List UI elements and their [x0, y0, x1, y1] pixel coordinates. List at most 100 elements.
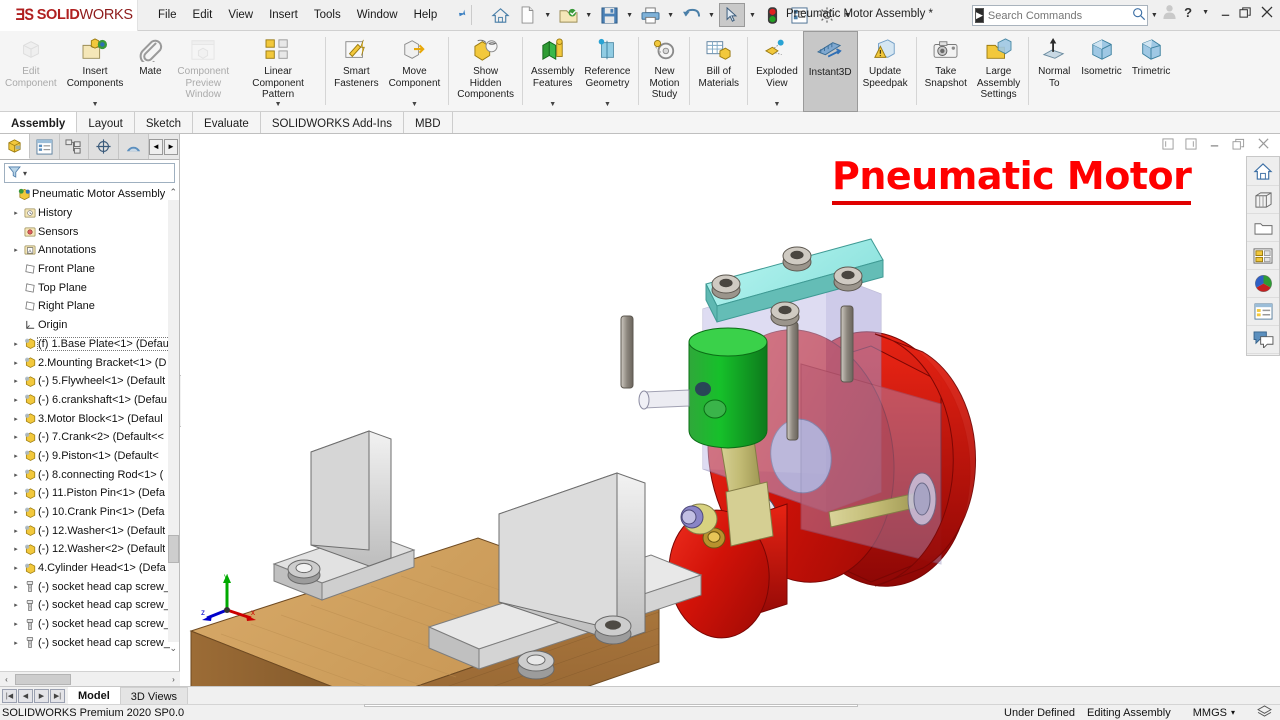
- print-caret-icon[interactable]: ▼: [664, 12, 677, 19]
- tree-expander[interactable]: ▸: [10, 583, 22, 591]
- tree-node[interactable]: ▸ History: [0, 204, 179, 223]
- view-setting-sphere-icon[interactable]: [1247, 270, 1279, 298]
- tree-node[interactable]: ▸ (-) socket head cap screw_: [0, 634, 179, 653]
- new-document-caret-icon[interactable]: ▼: [541, 12, 554, 19]
- new-document-icon[interactable]: [514, 3, 540, 27]
- tree-node[interactable]: ▸ (-) 9.Piston<1> (Default<: [0, 447, 179, 466]
- tree-node[interactable]: Right Plane: [0, 297, 179, 316]
- ribbon-take-snapshot-camera[interactable]: Take Snapshot: [920, 31, 972, 112]
- property-manager-tab[interactable]: [29, 134, 60, 159]
- menu-view[interactable]: View: [220, 5, 261, 25]
- ribbon-dropdown-caret-icon[interactable]: ▼: [92, 101, 99, 108]
- tree-scroll-right-icon[interactable]: ›: [167, 675, 180, 684]
- tab-sketch[interactable]: Sketch: [135, 112, 194, 133]
- search-commands-box[interactable]: ▶ ▼: [972, 5, 1158, 26]
- open-folder-icon[interactable]: [555, 3, 581, 27]
- tree-node[interactable]: ▸ (-) 7.Crank<2> (Default<<: [0, 428, 179, 447]
- tree-expander[interactable]: ▸: [10, 620, 22, 628]
- menu-tools[interactable]: Tools: [306, 5, 349, 25]
- apply-scene-icon[interactable]: [1247, 242, 1279, 270]
- tab-scroll-left-button[interactable]: ◄: [149, 138, 163, 155]
- display-style-icon[interactable]: [1247, 186, 1279, 214]
- view-home-icon[interactable]: [1247, 158, 1279, 186]
- tree-node[interactable]: Origin: [0, 316, 179, 335]
- menu-window[interactable]: Window: [349, 5, 406, 25]
- ribbon-trimetric-cube[interactable]: Trimetric: [1127, 31, 1176, 112]
- tab-solidworks-add-ins[interactable]: SOLIDWORKS Add-Ins: [261, 112, 404, 133]
- user-account-icon[interactable]: [1162, 4, 1177, 20]
- ribbon-show-hidden-components[interactable]: Show Hidden Components: [452, 31, 519, 112]
- graphics-viewport[interactable]: Pneumatic Motor y x z: [181, 134, 1280, 686]
- tree-node[interactable]: ▸ 3.Motor Block<1> (Defaul: [0, 409, 179, 428]
- tree-expander[interactable]: ▸: [10, 452, 22, 460]
- filter-caret-icon[interactable]: ▾: [23, 169, 27, 178]
- tab-model[interactable]: Model: [68, 687, 120, 704]
- ribbon-isometric-cube[interactable]: Isometric: [1076, 31, 1127, 112]
- search-input[interactable]: [987, 9, 1130, 22]
- pneumatic-motor-3d-model[interactable]: [181, 134, 1280, 686]
- minimize-icon[interactable]: [1219, 6, 1232, 19]
- tree-node[interactable]: ▸ (-) 12.Washer<1> (Default: [0, 521, 179, 540]
- ribbon-insert-components[interactable]: Insert Components ▼: [62, 31, 129, 112]
- ribbon-dropdown-caret-icon[interactable]: ▼: [275, 101, 282, 108]
- tree-expander[interactable]: ▸: [10, 489, 22, 497]
- configuration-manager-tab[interactable]: [59, 134, 90, 159]
- tree-expander[interactable]: ▸: [10, 246, 22, 254]
- menu-insert[interactable]: Insert: [261, 5, 306, 25]
- comments-icon[interactable]: [1247, 326, 1279, 354]
- menu-help[interactable]: Help: [406, 5, 446, 25]
- tree-expander[interactable]: ▸: [10, 359, 22, 367]
- tree-node[interactable]: Sensors: [0, 222, 179, 241]
- tree-scroll-left-icon[interactable]: ‹: [0, 675, 13, 684]
- tree-expander[interactable]: ▸: [10, 471, 22, 479]
- tree-expander[interactable]: ▸: [10, 639, 22, 647]
- ribbon-reference-geometry[interactable]: Reference Geometry ▼: [579, 31, 635, 112]
- tree-node[interactable]: Front Plane: [0, 260, 179, 279]
- save-caret-icon[interactable]: ▼: [623, 12, 636, 19]
- ribbon-bill-of-materials[interactable]: Bill of Materials: [693, 31, 744, 112]
- tree-scroll-up-icon[interactable]: ⌃: [169, 187, 177, 198]
- ribbon-instant3d[interactable]: Instant3D: [802, 31, 858, 112]
- rebuild-traffic-light-icon[interactable]: [760, 3, 786, 27]
- tree-vertical-scrollbar[interactable]: [168, 200, 179, 642]
- tree-expander[interactable]: ▸: [10, 209, 22, 217]
- ribbon-dropdown-caret-icon[interactable]: ▼: [411, 101, 418, 108]
- tree-node[interactable]: ▸ 2.Mounting Bracket<1> (D: [0, 353, 179, 372]
- nav-first-icon[interactable]: |◀: [2, 688, 17, 703]
- tree-node[interactable]: ▸ (-) 5.Flywheel<1> (Default: [0, 372, 179, 391]
- menu-file[interactable]: File: [150, 5, 185, 25]
- question-mark-icon[interactable]: ?: [1184, 5, 1192, 20]
- ribbon-dropdown-caret-icon[interactable]: ▼: [773, 101, 780, 108]
- tree-expander[interactable]: ▸: [10, 340, 22, 348]
- tree-node[interactable]: ▸ (-) socket head cap screw_: [0, 577, 179, 596]
- ribbon-mate-paperclip[interactable]: Mate: [128, 31, 172, 112]
- tab-assembly[interactable]: Assembly: [0, 112, 78, 133]
- tree-node[interactable]: Top Plane: [0, 278, 179, 297]
- status-units-label[interactable]: MMGS: [1193, 707, 1227, 719]
- tree-expander[interactable]: ▸: [10, 564, 22, 572]
- dimxpert-manager-tab[interactable]: [89, 134, 120, 159]
- tab-mbd[interactable]: MBD: [404, 112, 453, 133]
- ribbon-assembly-features[interactable]: Assembly Features ▼: [526, 31, 579, 112]
- ribbon-move-component[interactable]: Move Component ▼: [384, 31, 446, 112]
- tab-3d-views[interactable]: 3D Views: [119, 687, 189, 704]
- ribbon-dropdown-caret-icon[interactable]: ▼: [604, 101, 611, 108]
- tree-node[interactable]: ▸ (-) 6.crankshaft<1> (Defau: [0, 391, 179, 410]
- ribbon-dropdown-caret-icon[interactable]: ▼: [549, 101, 556, 108]
- tree-root-assembly[interactable]: Pneumatic Motor Assembly: [0, 185, 179, 204]
- tree-expander[interactable]: ▸: [10, 545, 22, 553]
- undo-icon[interactable]: [678, 3, 704, 27]
- home-icon[interactable]: [487, 3, 513, 27]
- print-icon[interactable]: [637, 3, 663, 27]
- ribbon-linear-component-pattern[interactable]: Linear Component Pattern ▼: [234, 31, 322, 112]
- help-caret-icon[interactable]: ▼: [1199, 9, 1212, 16]
- search-caret-icon[interactable]: ▼: [1148, 12, 1161, 19]
- ribbon-new-motion-study[interactable]: New Motion Study: [642, 31, 686, 112]
- tree-expander[interactable]: ▸: [10, 415, 22, 423]
- select-caret-icon[interactable]: ▼: [746, 12, 759, 19]
- tab-evaluate[interactable]: Evaluate: [193, 112, 261, 133]
- ribbon-exploded-view[interactable]: Exploded View ▼: [751, 31, 803, 112]
- tree-scroll-thumb[interactable]: [168, 535, 179, 563]
- tree-node[interactable]: ▸ (f) 1.Base Plate<1> (Defau: [0, 335, 179, 354]
- tree-expander[interactable]: ▸: [10, 396, 22, 404]
